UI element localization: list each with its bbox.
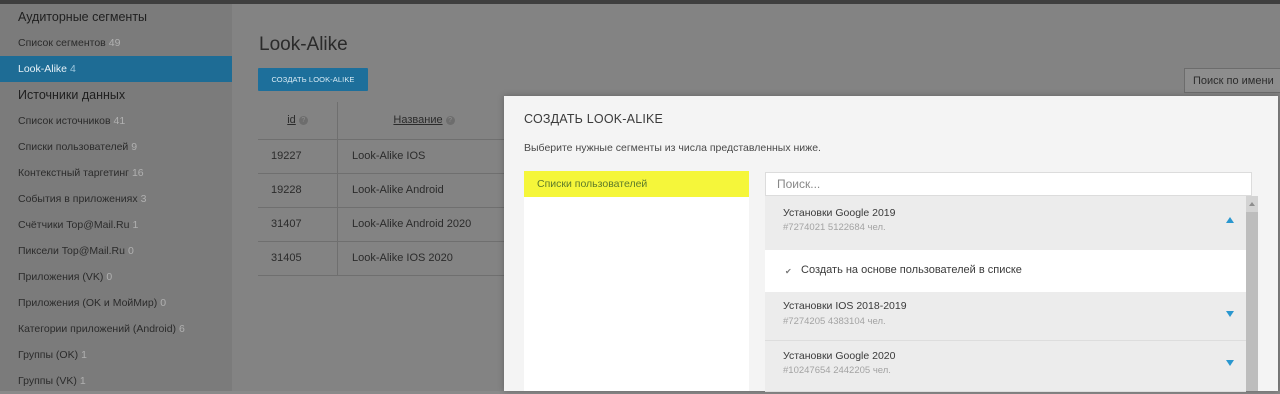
sidebar-item-count: 0 — [160, 297, 167, 309]
scroll-up-arrow-icon[interactable] — [1249, 202, 1255, 206]
sidebar-item-count: 3 — [140, 193, 147, 205]
sidebar-item-label: Список источников — [18, 115, 111, 127]
create-look-alike-modal: СОЗДАТЬ LOOK-ALIKE Выберите нужные сегме… — [504, 96, 1278, 392]
checkbox-icon[interactable]: ✔ — [785, 267, 792, 276]
checkbox-label[interactable]: Создать на основе пользователей в списке — [801, 264, 1022, 276]
modal-subtitle: Выберите нужные сегменты из числа предст… — [524, 142, 821, 154]
page-title: Look-Alike — [259, 34, 348, 55]
sidebar-item-apps-ok[interactable]: Приложения (OK и МойМир) 0 — [0, 290, 232, 316]
sidebar-item-label: Look-Alike — [18, 63, 68, 75]
modal-search-input[interactable]: Поиск... — [765, 172, 1252, 196]
column-header-name[interactable]: Название? — [339, 102, 509, 139]
scrollbar-thumb[interactable] — [1246, 212, 1258, 391]
sidebar-item-count: 6 — [179, 323, 185, 335]
sidebar-item-label: Группы (OK) — [18, 349, 79, 361]
table-row[interactable]: 31407 Look-Alike Android 2020 — [258, 208, 508, 242]
segment-name: Установки IOS 2018-2019 — [783, 300, 907, 312]
cell-name: Look-Alike Android — [352, 184, 444, 196]
source-lists-panel: Списки пользователей — [524, 171, 749, 391]
sidebar-item-app-categories[interactable]: Категории приложений (Android) 6 — [0, 316, 232, 342]
cell-id: 31407 — [258, 208, 338, 241]
sidebar-item-counters[interactable]: Счётчики Top@Mail.Ru 1 — [0, 212, 232, 238]
sidebar-item-label: Приложения (VK) — [18, 271, 104, 283]
segments-table: id? Название? 19227 Look-Alike IOS 19228… — [258, 102, 508, 276]
sidebar-item-count: 49 — [108, 37, 121, 49]
sidebar-item-count: 9 — [131, 141, 138, 153]
table-header: id? Название? — [258, 102, 508, 140]
table-row[interactable]: 31405 Look-Alike IOS 2020 — [258, 242, 508, 276]
sidebar-item-label: Списки пользователей — [18, 141, 129, 153]
chevron-down-icon[interactable] — [1226, 360, 1234, 366]
sidebar-item-count: 41 — [113, 115, 126, 127]
list-item-user-lists[interactable]: Списки пользователей — [524, 171, 749, 197]
sidebar: Аудиторные сегменты Список сегментов 49 L… — [0, 4, 232, 391]
sidebar-item-label: Группы (VK) — [18, 375, 77, 387]
sidebar-item-groups-ok[interactable]: Группы (OK) 1 — [0, 342, 232, 368]
segment-meta: #7274021 5122684 чел. — [783, 222, 886, 233]
sidebar-item-sources[interactable]: Список источников 41 — [0, 108, 232, 134]
segment-name: Установки Google 2020 — [783, 350, 896, 362]
cell-name: Look-Alike IOS — [352, 150, 426, 162]
help-icon: ? — [298, 116, 308, 125]
sidebar-item-pixels[interactable]: Пиксели Top@Mail.Ru 0 — [0, 238, 232, 264]
cell-name: Look-Alike Android 2020 — [352, 218, 472, 230]
column-header-id[interactable]: id? — [258, 102, 338, 139]
table-row[interactable]: 19228 Look-Alike Android — [258, 174, 508, 208]
cell-name: Look-Alike IOS 2020 — [352, 252, 453, 264]
cell-id: 19227 — [258, 140, 338, 173]
sidebar-item-count: 0 — [127, 245, 134, 257]
segment-name: Установки Google 2019 — [783, 207, 896, 219]
cell-id: 19228 — [258, 174, 338, 207]
cell-id: 31405 — [258, 242, 338, 275]
sidebar-item-count: 1 — [81, 349, 87, 361]
search-input[interactable]: Поиск по имени — [1184, 68, 1280, 93]
sidebar-item-look-alike[interactable]: Look-Alike 4 — [0, 56, 232, 82]
sidebar-item-apps-vk[interactable]: Приложения (VK) 0 — [0, 264, 232, 290]
segment-item[interactable]: Установки Google 2020 #10247654 2442205 … — [765, 341, 1246, 392]
sidebar-item-label: Приложения (OK и МойМир) — [18, 297, 158, 309]
sidebar-item-label: Контекстный таргетинг — [18, 167, 129, 179]
sidebar-item-user-lists[interactable]: Списки пользователей 9 — [0, 134, 232, 160]
sidebar-item-count: 1 — [132, 219, 139, 231]
sidebar-item-label: Список сегментов — [18, 37, 106, 49]
create-look-alike-button[interactable]: СОЗДАТЬ LOOK-ALIKE — [258, 68, 368, 91]
chevron-down-icon[interactable] — [1226, 311, 1234, 317]
segment-item[interactable]: Установки Google 2019 #7274021 5122684 ч… — [765, 196, 1246, 251]
segment-meta: #10247654 2442205 чел. — [783, 365, 891, 376]
segment-meta: #7274205 4383104 чел. — [783, 316, 886, 327]
sidebar-heading-audience: Аудиторные сегменты — [18, 10, 148, 24]
column-header-label: id — [287, 114, 296, 126]
sidebar-item-label: Счётчики Top@Mail.Ru — [18, 219, 130, 231]
sidebar-item-segments[interactable]: Список сегментов 49 — [0, 30, 232, 56]
sidebar-item-count: 4 — [70, 63, 76, 75]
sidebar-heading-sources: Источники данных — [18, 88, 126, 102]
column-header-label: Название — [393, 114, 443, 126]
sidebar-item-label: Категории приложений (Android) — [18, 323, 177, 335]
segment-expanded-panel: ✔ Создать на основе пользователей в спис… — [765, 250, 1246, 293]
sidebar-item-count: 16 — [131, 167, 144, 179]
sidebar-item-count: 1 — [79, 375, 86, 387]
modal-title: СОЗДАТЬ LOOK-ALIKE — [524, 112, 664, 126]
sidebar-item-groups-vk[interactable]: Группы (VK) 1 — [0, 368, 232, 394]
segment-item[interactable]: Установки IOS 2018-2019 #7274205 4383104… — [765, 292, 1246, 341]
chevron-up-icon[interactable] — [1226, 217, 1234, 223]
sidebar-item-app-events[interactable]: События в приложениях 3 — [0, 186, 232, 212]
sidebar-item-count: 0 — [106, 271, 113, 283]
table-row[interactable]: 19227 Look-Alike IOS — [258, 140, 508, 174]
sidebar-item-label: События в приложениях — [18, 193, 138, 205]
help-icon: ? — [445, 116, 455, 125]
sidebar-item-context-targeting[interactable]: Контекстный таргетинг 16 — [0, 160, 232, 186]
sidebar-item-label: Пиксели Top@Mail.Ru — [18, 245, 125, 257]
